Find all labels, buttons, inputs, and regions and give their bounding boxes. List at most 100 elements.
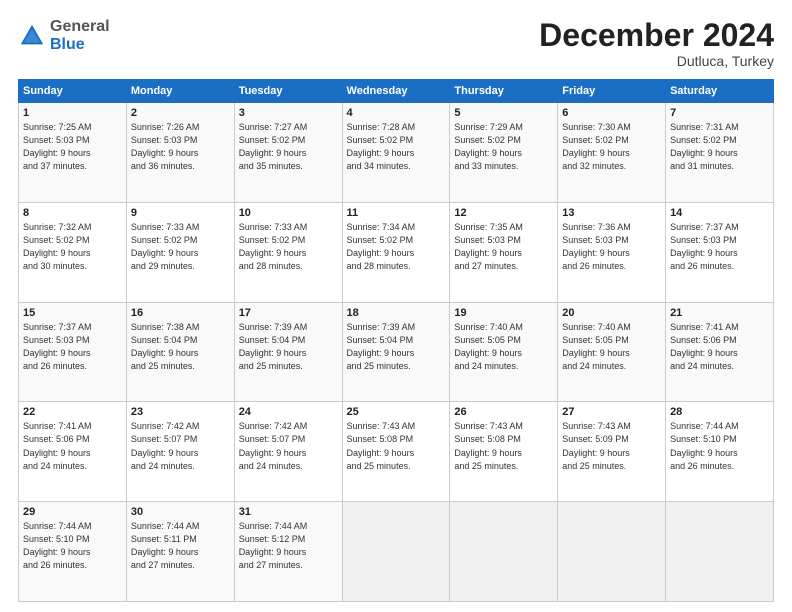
table-row: 12 Sunrise: 7:35 AM Sunset: 5:03 PM Dayli…	[450, 202, 558, 302]
table-row: 22Sunrise: 7:41 AM Sunset: 5:06 PM Dayli…	[19, 402, 127, 502]
day-info: Sunrise: 7:42 AM Sunset: 5:07 PM Dayligh…	[131, 420, 230, 472]
table-row: 11 Sunrise: 7:34 AM Sunset: 5:02 PM Dayli…	[342, 202, 450, 302]
day-info: Sunrise: 7:41 AM Sunset: 5:06 PM Dayligh…	[670, 321, 769, 373]
logo: General Blue	[18, 18, 110, 53]
day-number: 4	[347, 107, 446, 119]
table-row: 9Sunrise: 7:33 AM Sunset: 5:02 PM Daylig…	[126, 202, 234, 302]
day-info: Sunrise: 7:42 AM Sunset: 5:07 PM Dayligh…	[239, 420, 338, 472]
day-info: Sunrise: 7:37 AM Sunset: 5:03 PM Dayligh…	[23, 321, 122, 373]
day-number: 15	[23, 307, 122, 319]
day-number: 27	[562, 406, 661, 418]
day-number: 25	[347, 406, 446, 418]
day-number: 17	[239, 307, 338, 319]
day-number: 3	[239, 107, 338, 119]
logo-general: General	[50, 18, 110, 35]
day-info: Sunrise: 7:31 AM Sunset: 5:02 PM Dayligh…	[670, 121, 769, 173]
day-info: Sunrise: 7:32 AM Sunset: 5:02 PM Dayligh…	[23, 221, 122, 273]
table-row: 5 Sunrise: 7:29 AM Sunset: 5:02 PM Daylig…	[450, 103, 558, 203]
day-number: 30	[131, 506, 230, 518]
day-number: 11	[347, 207, 446, 219]
table-row: 19 Sunrise: 7:40 AM Sunset: 5:05 PM Dayli…	[450, 302, 558, 402]
header-wednesday: Wednesday	[342, 80, 450, 103]
table-row: 18 Sunrise: 7:39 AM Sunset: 5:04 PM Dayli…	[342, 302, 450, 402]
day-number: 20	[562, 307, 661, 319]
calendar-week-row: 15 Sunrise: 7:37 AM Sunset: 5:03 PM Dayli…	[19, 302, 774, 402]
day-info: Sunrise: 7:40 AM Sunset: 5:05 PM Dayligh…	[562, 321, 661, 373]
header-thursday: Thursday	[450, 80, 558, 103]
header-friday: Friday	[558, 80, 666, 103]
table-row: 21 Sunrise: 7:41 AM Sunset: 5:06 PM Dayli…	[666, 302, 774, 402]
table-row: 7 Sunrise: 7:31 AM Sunset: 5:02 PM Daylig…	[666, 103, 774, 203]
header-sunday: Sunday	[19, 80, 127, 103]
table-row	[666, 502, 774, 602]
table-row: 28Sunrise: 7:44 AM Sunset: 5:10 PM Dayli…	[666, 402, 774, 502]
table-row	[342, 502, 450, 602]
day-number: 22	[23, 406, 122, 418]
day-number: 18	[347, 307, 446, 319]
table-row: 8 Sunrise: 7:32 AM Sunset: 5:02 PM Daylig…	[19, 202, 127, 302]
day-number: 5	[454, 107, 553, 119]
day-info: Sunrise: 7:38 AM Sunset: 5:04 PM Dayligh…	[131, 321, 230, 373]
header-saturday: Saturday	[666, 80, 774, 103]
day-number: 21	[670, 307, 769, 319]
day-number: 12	[454, 207, 553, 219]
table-row: 17 Sunrise: 7:39 AM Sunset: 5:04 PM Dayli…	[234, 302, 342, 402]
table-row: 13 Sunrise: 7:36 AM Sunset: 5:03 PM Dayli…	[558, 202, 666, 302]
day-info: Sunrise: 7:29 AM Sunset: 5:02 PM Dayligh…	[454, 121, 553, 173]
table-row: 4Sunrise: 7:28 AM Sunset: 5:02 PM Daylig…	[342, 103, 450, 203]
calendar-page: General Blue December 2024 Dutluca, Turk…	[0, 0, 792, 612]
table-row: 24Sunrise: 7:42 AM Sunset: 5:07 PM Dayli…	[234, 402, 342, 502]
logo-blue: Blue	[50, 36, 85, 53]
day-info: Sunrise: 7:34 AM Sunset: 5:02 PM Dayligh…	[347, 221, 446, 273]
day-number: 8	[23, 207, 122, 219]
calendar-week-row: 8 Sunrise: 7:32 AM Sunset: 5:02 PM Daylig…	[19, 202, 774, 302]
day-number: 28	[670, 406, 769, 418]
day-number: 13	[562, 207, 661, 219]
day-info: Sunrise: 7:33 AM Sunset: 5:02 PM Dayligh…	[131, 221, 230, 273]
table-row: 16 Sunrise: 7:38 AM Sunset: 5:04 PM Dayli…	[126, 302, 234, 402]
month-title: December 2024	[539, 18, 774, 53]
table-row: 30 Sunrise: 7:44 AM Sunset: 5:11 PM Dayli…	[126, 502, 234, 602]
header-tuesday: Tuesday	[234, 80, 342, 103]
day-info: Sunrise: 7:39 AM Sunset: 5:04 PM Dayligh…	[239, 321, 338, 373]
day-info: Sunrise: 7:44 AM Sunset: 5:10 PM Dayligh…	[23, 520, 122, 572]
day-number: 7	[670, 107, 769, 119]
calendar-week-row: 29 Sunrise: 7:44 AM Sunset: 5:10 PM Dayli…	[19, 502, 774, 602]
day-number: 1	[23, 107, 122, 119]
logo-text: General Blue	[50, 18, 110, 53]
day-info: Sunrise: 7:43 AM Sunset: 5:09 PM Dayligh…	[562, 420, 661, 472]
logo-icon	[18, 22, 46, 50]
day-number: 26	[454, 406, 553, 418]
header-monday: Monday	[126, 80, 234, 103]
title-block: December 2024 Dutluca, Turkey	[539, 18, 774, 69]
calendar-week-row: 1 Sunrise: 7:25 AM Sunset: 5:03 PM Daylig…	[19, 103, 774, 203]
table-row: 23Sunrise: 7:42 AM Sunset: 5:07 PM Dayli…	[126, 402, 234, 502]
day-number: 19	[454, 307, 553, 319]
day-number: 10	[239, 207, 338, 219]
table-row: 10 Sunrise: 7:33 AM Sunset: 5:02 PM Dayli…	[234, 202, 342, 302]
calendar-table: Sunday Monday Tuesday Wednesday Thursday…	[18, 79, 774, 602]
location-subtitle: Dutluca, Turkey	[539, 53, 774, 69]
table-row: 25Sunrise: 7:43 AM Sunset: 5:08 PM Dayli…	[342, 402, 450, 502]
day-info: Sunrise: 7:33 AM Sunset: 5:02 PM Dayligh…	[239, 221, 338, 273]
day-number: 16	[131, 307, 230, 319]
day-number: 29	[23, 506, 122, 518]
day-number: 14	[670, 207, 769, 219]
day-info: Sunrise: 7:35 AM Sunset: 5:03 PM Dayligh…	[454, 221, 553, 273]
day-info: Sunrise: 7:25 AM Sunset: 5:03 PM Dayligh…	[23, 121, 122, 173]
day-number: 6	[562, 107, 661, 119]
day-info: Sunrise: 7:43 AM Sunset: 5:08 PM Dayligh…	[454, 420, 553, 472]
day-info: Sunrise: 7:36 AM Sunset: 5:03 PM Dayligh…	[562, 221, 661, 273]
day-info: Sunrise: 7:44 AM Sunset: 5:11 PM Dayligh…	[131, 520, 230, 572]
table-row: 15 Sunrise: 7:37 AM Sunset: 5:03 PM Dayli…	[19, 302, 127, 402]
header: General Blue December 2024 Dutluca, Turk…	[18, 18, 774, 69]
day-info: Sunrise: 7:44 AM Sunset: 5:12 PM Dayligh…	[239, 520, 338, 572]
table-row: 26 Sunrise: 7:43 AM Sunset: 5:08 PM Dayli…	[450, 402, 558, 502]
table-row	[558, 502, 666, 602]
day-info: Sunrise: 7:40 AM Sunset: 5:05 PM Dayligh…	[454, 321, 553, 373]
day-info: Sunrise: 7:39 AM Sunset: 5:04 PM Dayligh…	[347, 321, 446, 373]
day-number: 31	[239, 506, 338, 518]
day-number: 2	[131, 107, 230, 119]
day-info: Sunrise: 7:26 AM Sunset: 5:03 PM Dayligh…	[131, 121, 230, 173]
table-row: 6Sunrise: 7:30 AM Sunset: 5:02 PM Daylig…	[558, 103, 666, 203]
